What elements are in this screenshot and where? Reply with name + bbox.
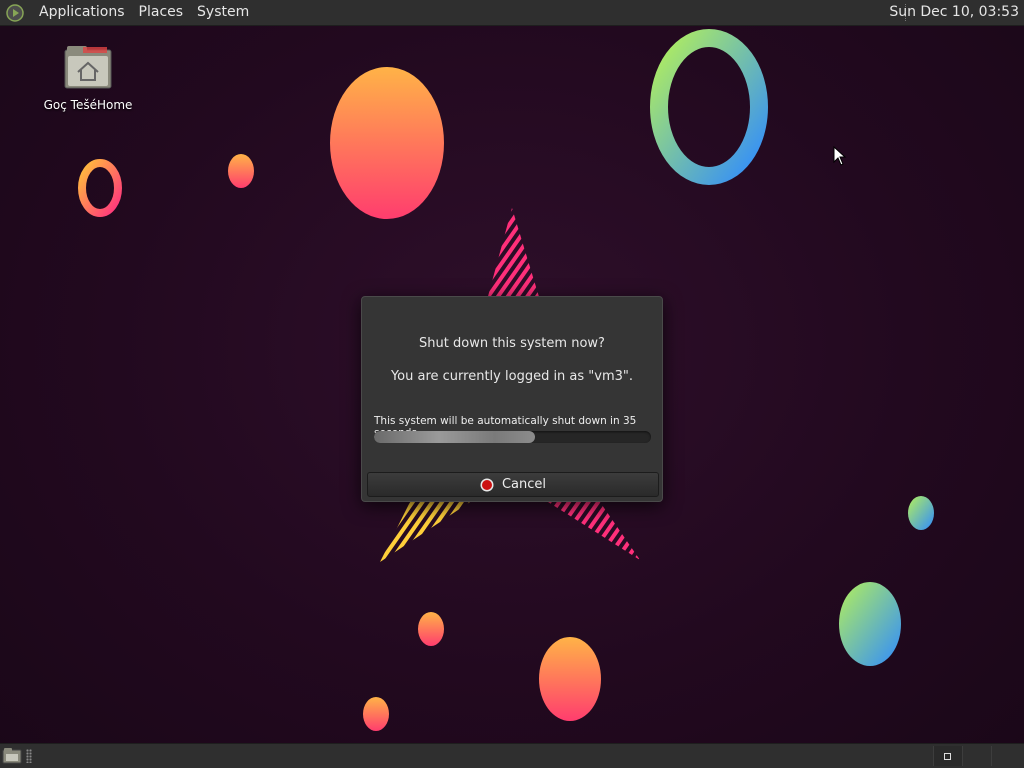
home-folder-icon [64,46,112,89]
menu-system[interactable]: System [190,0,256,25]
orange-dot-3 [363,697,389,731]
cancel-button[interactable]: Cancel [367,472,659,497]
menu-places[interactable]: Places [132,0,191,25]
orange-circle-large [330,67,444,219]
cool-circle [839,582,901,666]
workspace-2[interactable] [962,746,991,766]
cancel-label: Cancel [501,477,547,492]
orange-dot-2 [418,612,444,646]
warm-ring [78,159,122,217]
orange-dot [228,154,254,188]
panel-grip[interactable] [26,749,32,763]
star-stripes-yellow [380,502,470,562]
desktop-icon-home[interactable]: Goç TešéHome [36,44,140,112]
workspace-window-marker [944,753,951,760]
workspace-1[interactable] [933,746,962,766]
logged-in-message: You are currently logged in as "vm3". [390,369,634,384]
desktop-icon-label: Goç TešéHome [43,98,133,112]
star-stripes-pink-2 [548,502,640,560]
dialog-title: Shut down this system now? [419,336,605,351]
mate-logo-icon[interactable] [6,3,24,22]
clock[interactable]: Sun Dec 10, 03:53 [889,0,1019,25]
menu-applications[interactable]: Applications [32,0,132,25]
show-desktop-icon[interactable] [2,747,22,765]
star-stripes-pink [487,208,540,300]
gradient-ring [650,29,768,185]
stop-icon [480,478,494,491]
cool-dot-small [908,496,934,530]
countdown-progress-bar [374,431,651,443]
progress-fill [374,431,535,443]
bottom-panel [0,743,1024,768]
orange-circle-bottom [539,637,601,721]
mouse-pointer-icon [833,146,847,166]
shutdown-dialog: Shut down this system now? You are curre… [361,296,663,502]
workspace-3[interactable] [991,746,1020,766]
top-panel: Applications Places System Sun Dec 10, 0… [0,0,1024,26]
